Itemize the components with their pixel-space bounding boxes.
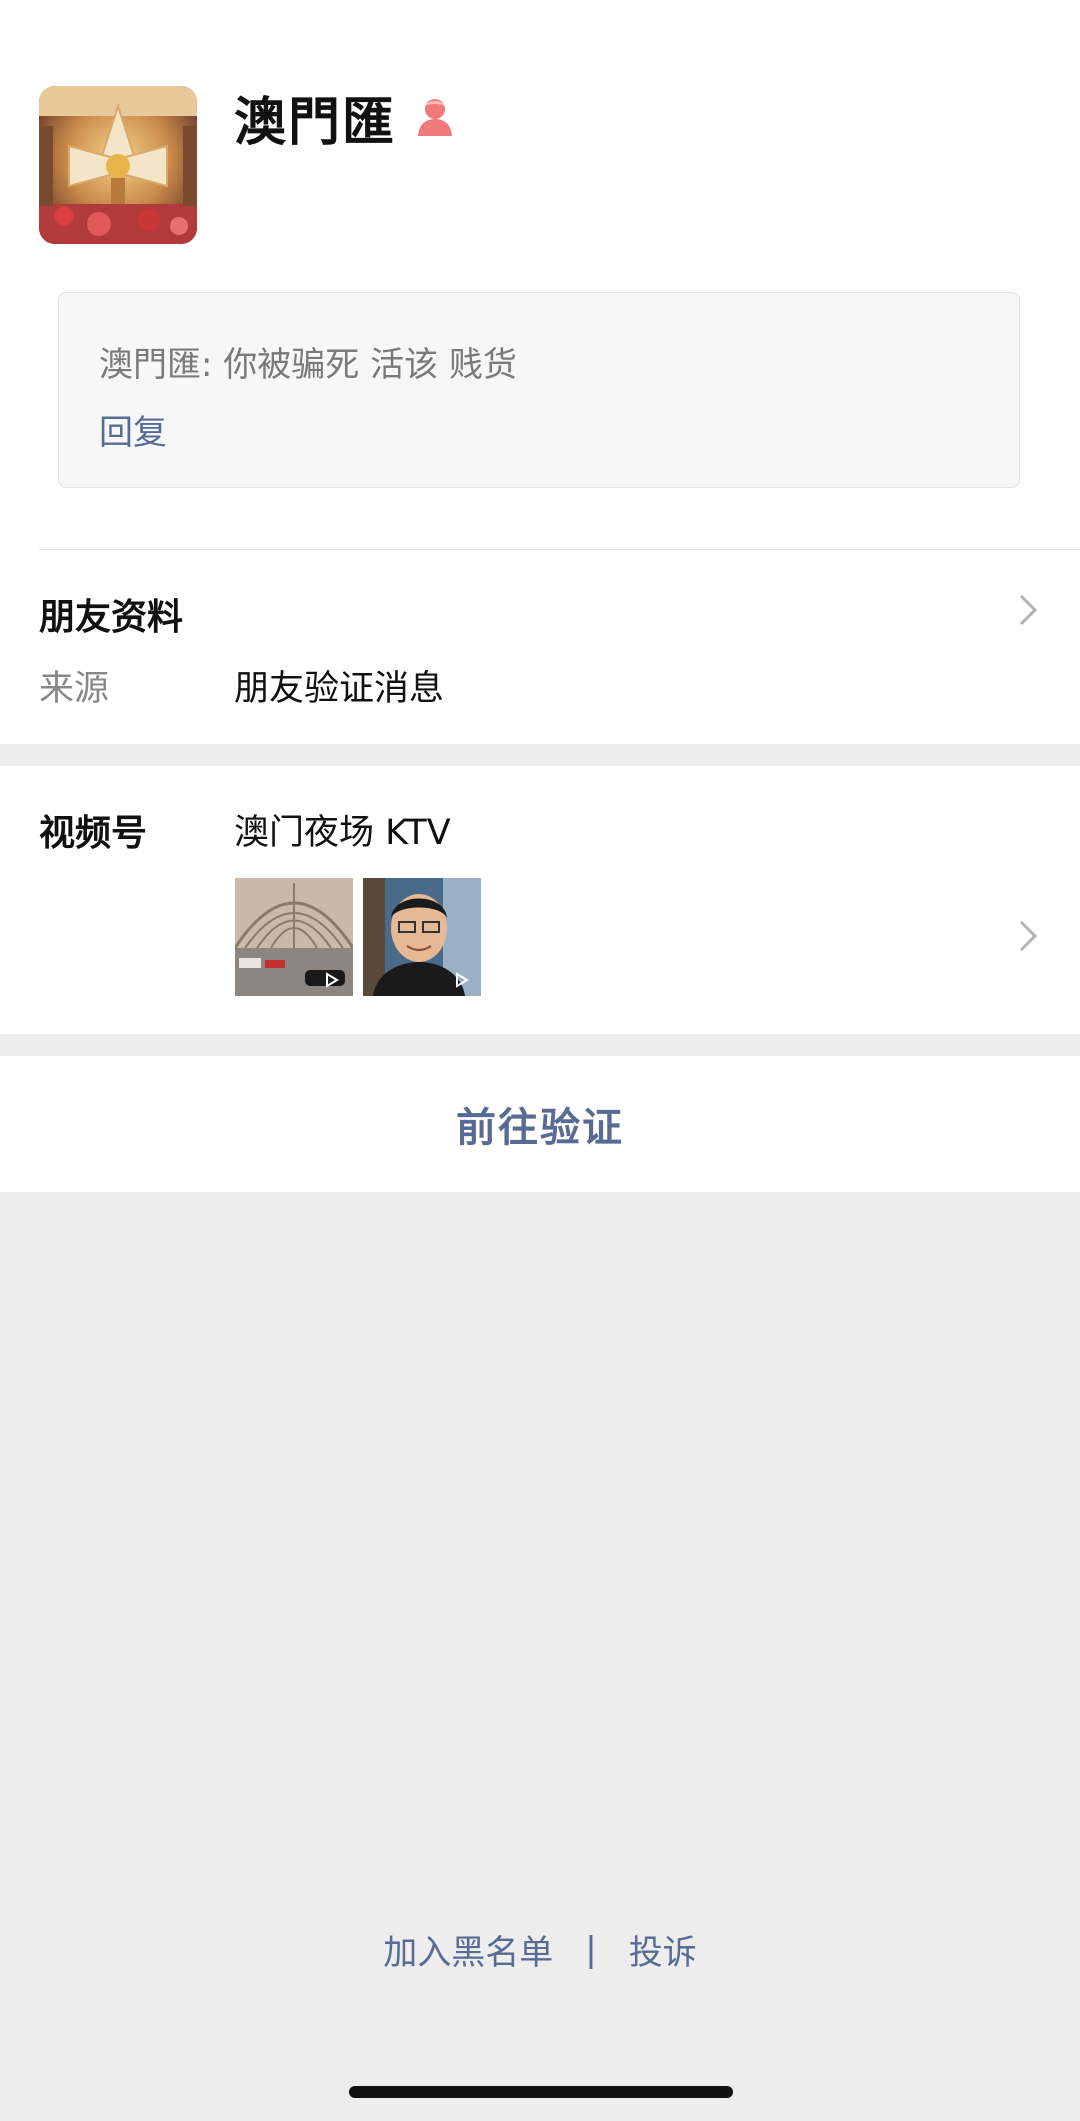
verification-message-box: 澳門匯: 你被骗死 活该 贱货 回复 bbox=[58, 292, 1020, 488]
friend-info-section[interactable]: 朋友资料 来源 朋友验证消息 bbox=[0, 550, 1080, 744]
verification-message-text: 澳門匯: 你被骗死 活该 贱货 bbox=[99, 345, 517, 385]
source-label: 来源 bbox=[39, 669, 110, 709]
channels-section[interactable]: 视频号 澳门夜场 KTV bbox=[0, 766, 1080, 1034]
video-thumbnail-selfie[interactable] bbox=[363, 878, 481, 996]
reply-link[interactable]: 回复 bbox=[99, 405, 167, 454]
verify-section: 前往验证 bbox=[0, 1056, 1080, 1192]
link-separator: | bbox=[585, 1929, 597, 1970]
profile-name: 澳門匯 bbox=[234, 92, 397, 153]
video-thumbnail-arcade[interactable] bbox=[235, 878, 353, 996]
friend-info-title: 朋友资料 bbox=[39, 597, 184, 638]
profile-header: 澳門匯 澳門匯: 你被骗死 活该 贱货 回复 bbox=[0, 0, 1080, 550]
channels-label: 视频号 bbox=[39, 813, 148, 854]
channels-name: 澳门夜场 KTV bbox=[234, 813, 451, 853]
avatar[interactable] bbox=[39, 86, 197, 244]
go-verify-button[interactable]: 前往验证 bbox=[456, 1095, 624, 1153]
chevron-right-icon bbox=[1019, 594, 1038, 626]
home-indicator[interactable] bbox=[349, 2086, 733, 2098]
bottom-links: 加入黑名单 | 投诉 bbox=[0, 1925, 1080, 1974]
friend-request-page: 澳門匯 澳門匯: 你被骗死 活该 贱货 回复 朋友资料 来源 朋友验证消息 视频… bbox=[0, 0, 1080, 2121]
name-row: 澳門匯 bbox=[234, 82, 454, 153]
female-user-icon bbox=[416, 96, 454, 138]
add-to-blacklist-link[interactable]: 加入黑名单 bbox=[383, 1925, 553, 1974]
report-link[interactable]: 投诉 bbox=[629, 1925, 697, 1974]
chevron-right-icon bbox=[1019, 920, 1038, 952]
source-value: 朋友验证消息 bbox=[234, 669, 445, 709]
